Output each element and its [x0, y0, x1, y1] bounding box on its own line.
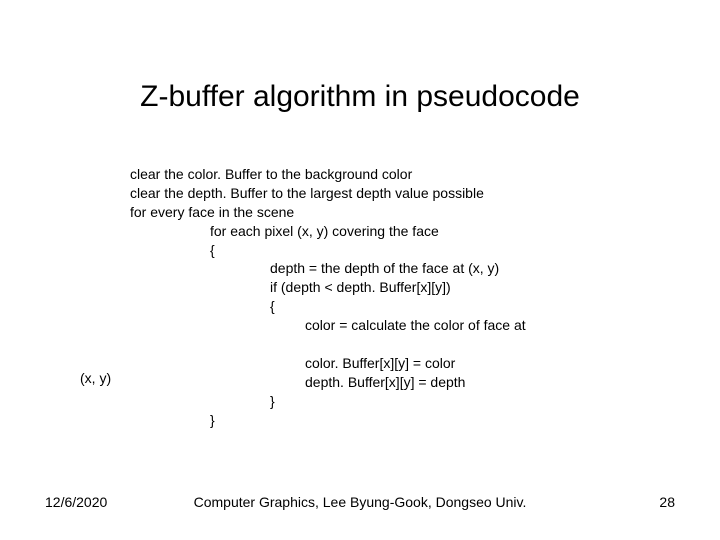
footer-center: Computer Graphics, Lee Byung-Gook, Dongs… — [0, 494, 720, 510]
code-line: depth = the depth of the face at (x, y) — [130, 259, 690, 278]
code-line: } — [130, 392, 690, 411]
code-line — [130, 335, 690, 354]
code-line: color = calculate the color of face at — [130, 316, 690, 335]
xy-label: (x, y) — [80, 370, 111, 386]
code-line: if (depth < depth. Buffer[x][y]) — [130, 278, 690, 297]
code-line: for every face in the scene — [130, 203, 690, 222]
code-line: clear the color. Buffer to the backgroun… — [130, 165, 690, 184]
code-line: color. Buffer[x][y] = color — [130, 354, 690, 373]
slide-title: Z-buffer algorithm in pseudocode — [0, 80, 720, 114]
pseudocode-block: clear the color. Buffer to the backgroun… — [130, 165, 690, 429]
code-line: clear the depth. Buffer to the largest d… — [130, 184, 690, 203]
slide: Z-buffer algorithm in pseudocode clear t… — [0, 0, 720, 540]
code-line: } — [130, 411, 690, 430]
footer-page: 28 — [659, 494, 675, 510]
code-line: { — [130, 241, 690, 260]
code-line: depth. Buffer[x][y] = depth — [130, 373, 690, 392]
code-line: for each pixel (x, y) covering the face — [130, 222, 690, 241]
code-line: { — [130, 297, 690, 316]
